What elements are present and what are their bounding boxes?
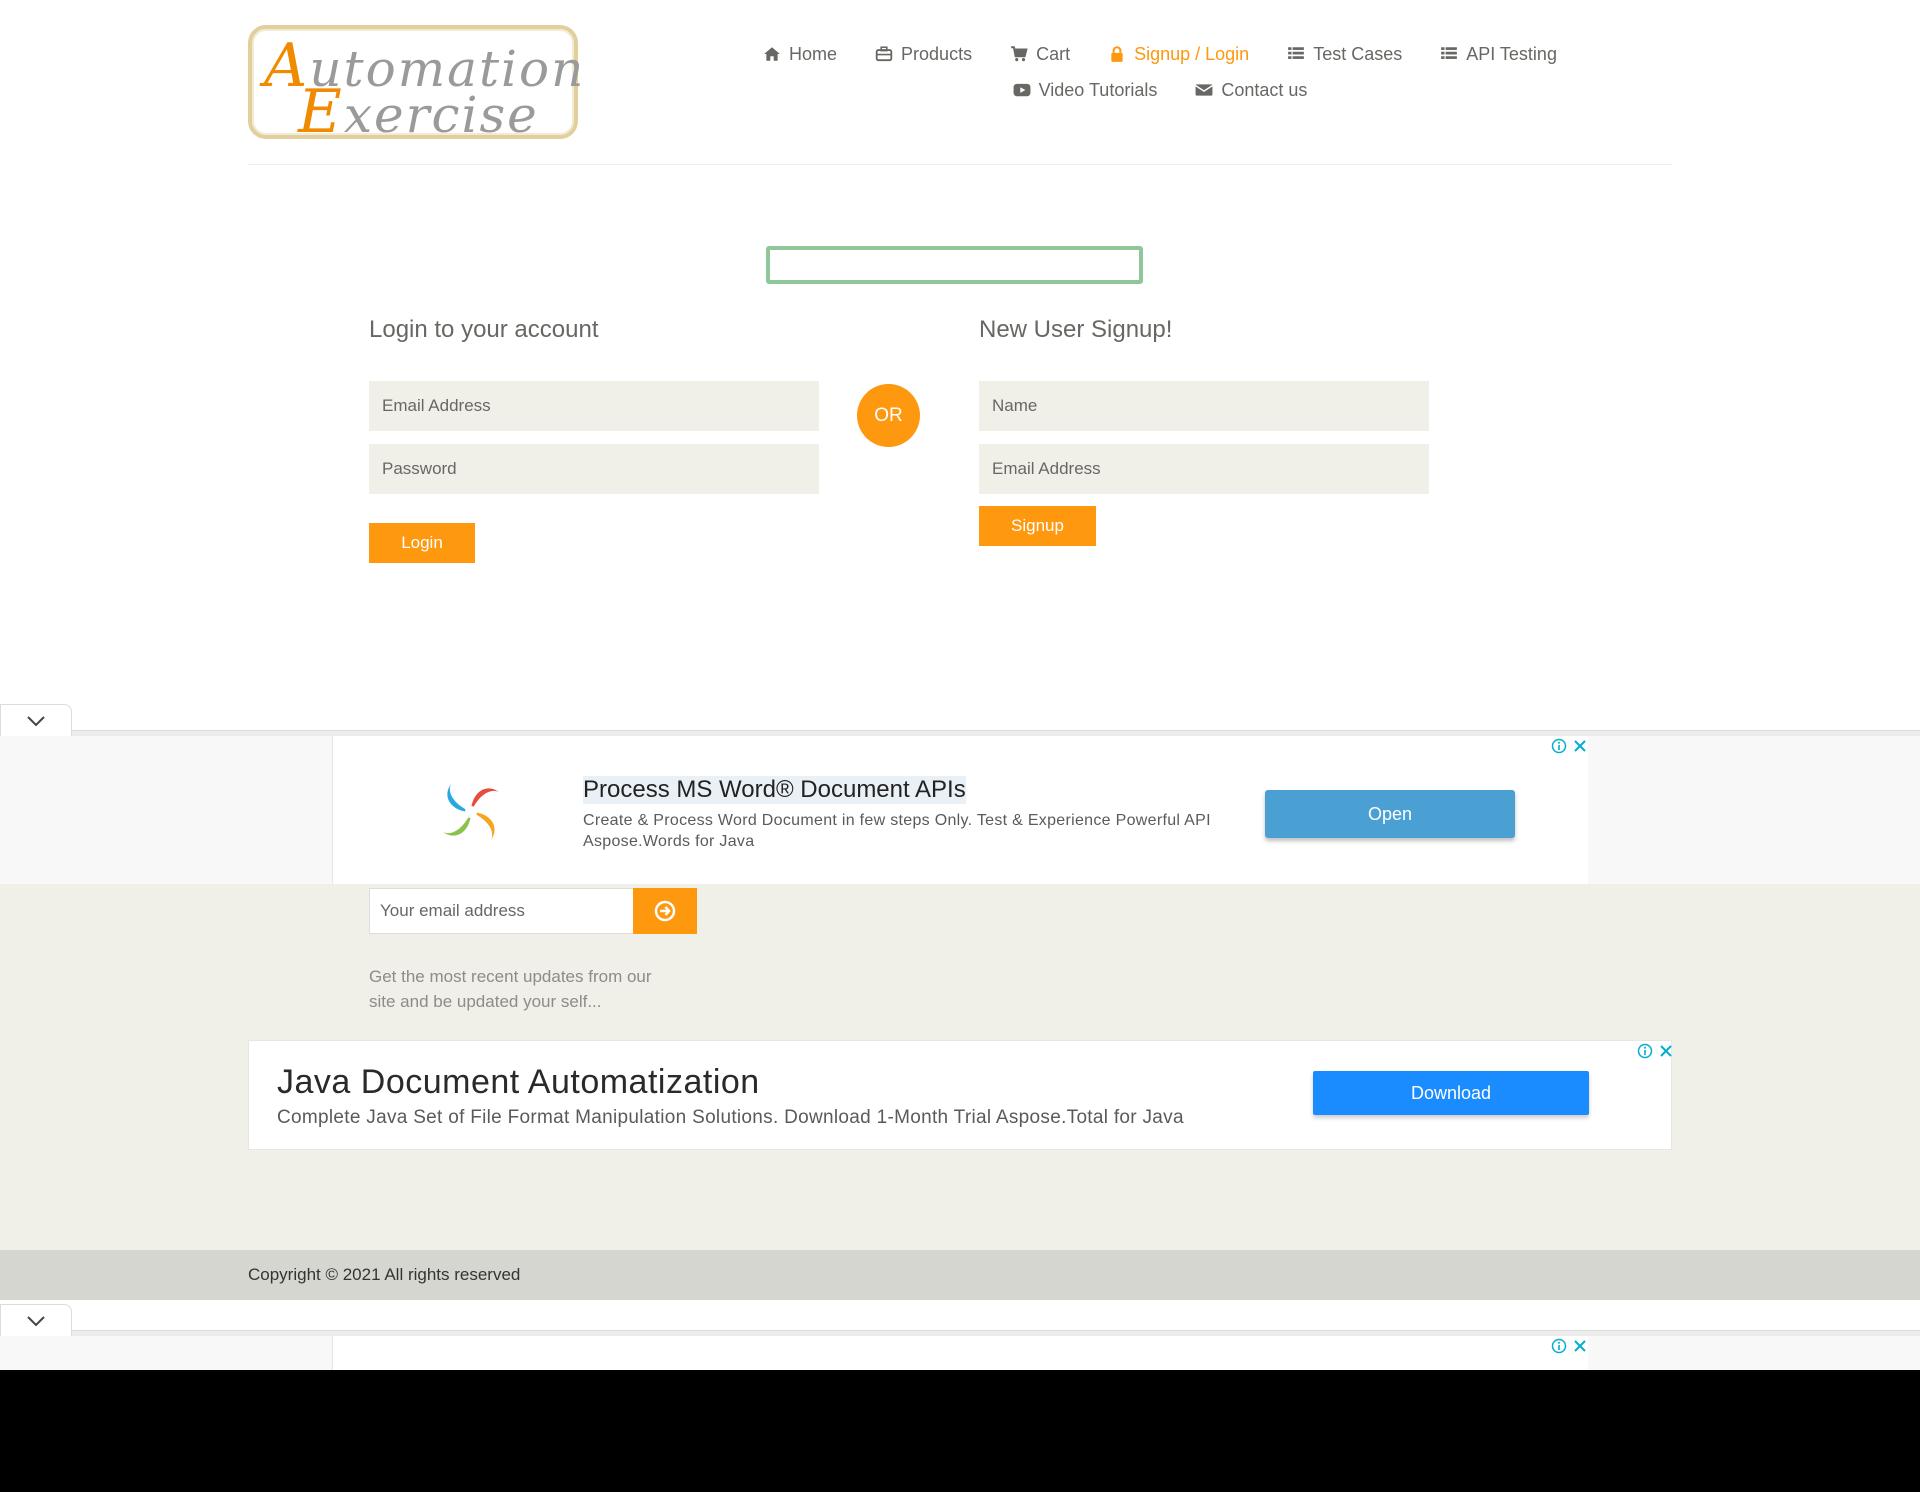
ad-collapse-toggle[interactable] xyxy=(0,704,72,736)
close-icon[interactable] xyxy=(1573,739,1587,753)
or-divider: OR xyxy=(857,384,920,447)
ad-banner-1: Process MS Word® Document APIs Create & … xyxy=(0,736,1920,884)
close-icon[interactable] xyxy=(1573,1339,1587,1353)
envelope-icon xyxy=(1195,84,1214,96)
info-icon[interactable] xyxy=(1637,1043,1653,1059)
home-icon xyxy=(764,47,780,61)
list-icon xyxy=(1441,47,1458,59)
lock-icon xyxy=(1111,46,1123,62)
signup-title: New User Signup! xyxy=(979,316,1173,343)
briefcase-icon xyxy=(875,46,893,62)
ad-banner-2: Java Document Automatization Complete Ja… xyxy=(248,1040,1672,1150)
info-icon[interactable] xyxy=(1551,738,1567,754)
cart-icon xyxy=(1011,46,1028,62)
chevron-down-icon xyxy=(27,1315,45,1326)
login-title: Login to your account xyxy=(369,316,599,343)
list-icon xyxy=(1288,47,1305,59)
subscribe-button[interactable] xyxy=(633,888,697,934)
signup-name-input[interactable] xyxy=(979,381,1429,431)
signup-email-input[interactable] xyxy=(979,444,1429,494)
ad-2-download-button[interactable]: Download xyxy=(1313,1071,1589,1115)
main-nav: Home Products Cart Signup / Login Test C… xyxy=(740,36,1580,108)
info-icon[interactable] xyxy=(1551,1338,1567,1354)
page: Automation Exercise Home Products Cart S… xyxy=(0,0,1920,1370)
youtube-play-icon xyxy=(1013,83,1031,97)
site-logo[interactable]: Automation Exercise xyxy=(248,25,583,147)
header-divider xyxy=(248,164,1672,165)
ad-toggle-bar xyxy=(0,700,1920,736)
nav-row-1: Home Products Cart Signup / Login Test C… xyxy=(740,36,1580,72)
subscribe-email-input[interactable] xyxy=(369,888,634,934)
nav-api-testing[interactable]: API Testing xyxy=(1440,44,1557,65)
ad-3-controls xyxy=(1551,1338,1587,1354)
nav-cart[interactable]: Cart xyxy=(1010,44,1070,65)
login-email-input[interactable] xyxy=(369,381,819,431)
login-button[interactable]: Login xyxy=(369,523,475,563)
nav-row-2: Video Tutorials Contact us xyxy=(740,72,1580,108)
ad-toggle-bar-bottom xyxy=(0,1300,1920,1336)
copyright-text: Copyright © 2021 All rights reserved xyxy=(248,1265,521,1284)
aspose-logo-icon xyxy=(437,778,505,846)
message-box xyxy=(766,246,1143,284)
nav-home[interactable]: Home xyxy=(763,44,837,65)
ad-1-title[interactable]: Process MS Word® Document APIs xyxy=(583,776,966,804)
ad-2-controls xyxy=(1637,1043,1673,1059)
nav-test-cases[interactable]: Test Cases xyxy=(1287,44,1402,65)
footer-widget: Get the most recent updates from our sit… xyxy=(0,884,1920,1250)
arrow-circle-right-icon xyxy=(654,900,676,922)
ad-1-description: Create & Process Word Document in few st… xyxy=(583,812,1211,850)
ad-banner-3 xyxy=(0,1336,1920,1370)
close-icon[interactable] xyxy=(1659,1044,1673,1058)
footer-bottom: Copyright © 2021 All rights reserved xyxy=(0,1250,1920,1300)
ad-2-title[interactable]: Java Document Automatization xyxy=(277,1063,760,1102)
signup-button[interactable]: Signup xyxy=(979,506,1096,546)
ad-1-controls xyxy=(1551,738,1587,754)
nav-contact-us[interactable]: Contact us xyxy=(1195,80,1307,101)
nav-signup-login[interactable]: Signup / Login xyxy=(1108,44,1249,65)
nav-video-tutorials[interactable]: Video Tutorials xyxy=(1013,80,1157,101)
ad-2-description: Complete Java Set of File Format Manipul… xyxy=(277,1107,1184,1128)
chevron-down-icon xyxy=(27,715,45,726)
nav-products[interactable]: Products xyxy=(875,44,972,65)
subscribe-description: Get the most recent updates from our sit… xyxy=(369,967,652,1011)
ad-1-open-button[interactable]: Open xyxy=(1265,790,1515,838)
ad-collapse-toggle-bottom[interactable] xyxy=(0,1304,72,1336)
login-password-input[interactable] xyxy=(369,444,819,494)
